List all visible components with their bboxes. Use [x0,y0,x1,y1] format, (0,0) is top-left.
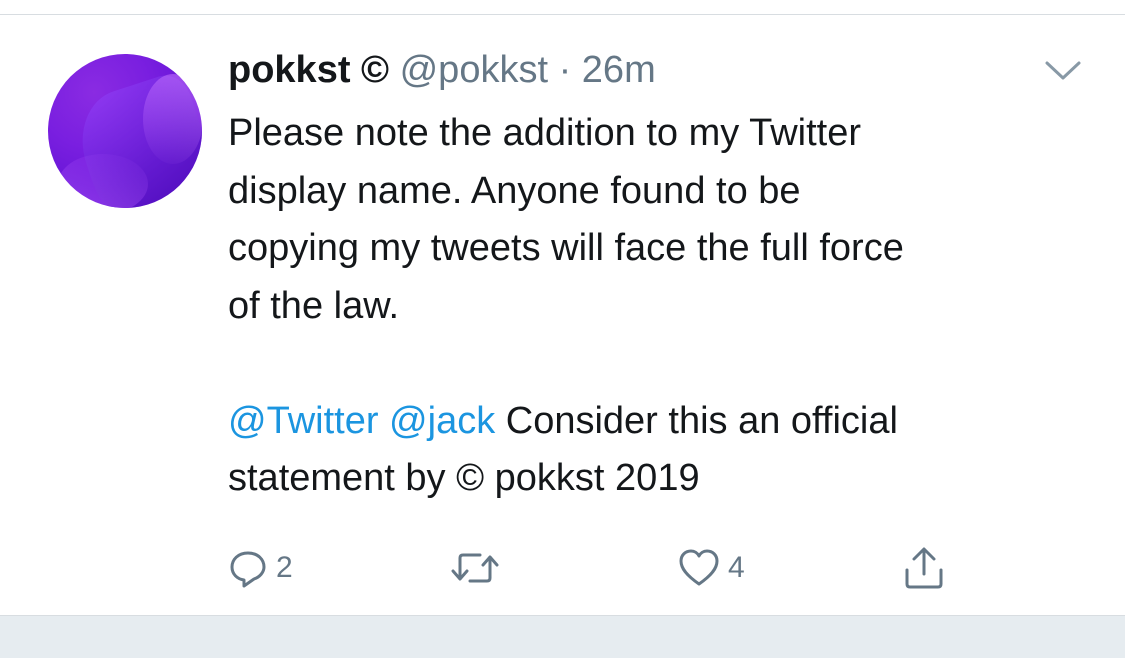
mention-jack[interactable]: @jack [389,400,495,442]
bottom-bar [0,615,1125,658]
tweet-header: pokkst © @pokkst · 26m [228,45,656,95]
like-icon [678,548,720,588]
share-icon [902,546,946,590]
avatar[interactable] [48,54,202,208]
retweet-button[interactable] [450,543,508,593]
retweet-icon [450,548,500,588]
mention-twitter[interactable]: @Twitter [228,400,378,442]
tweet-text: Please note the addition to my Twitter d… [228,105,1098,508]
timestamp[interactable]: 26m [582,49,656,91]
chevron-down-icon[interactable] [1044,59,1082,83]
tweet-text-line: statement by © pokkst 2019 [228,457,700,499]
tweet-text-line: of the law. [228,284,400,327]
reply-count: 2 [276,551,293,584]
tweet-text-line: Please note the addition to my Twitter [228,112,861,154]
like-count: 4 [728,551,745,584]
tweet[interactable]: pokkst © @pokkst · 26m Please note the a… [0,15,1125,615]
share-button[interactable] [902,543,946,593]
tweet-text-fragment: Consider this an official [505,399,898,442]
reply-button[interactable]: 2 [228,543,293,593]
handle[interactable]: @pokkst [400,49,548,91]
action-bar: 2 4 [228,543,988,593]
tweet-text-line: copying my tweets will face the full for… [228,227,904,269]
tweet-text-line: display name. Anyone found to be [228,169,801,212]
separator-dot: · [558,49,572,91]
display-name[interactable]: pokkst © [228,49,389,91]
reply-icon [228,548,268,588]
like-button[interactable]: 4 [678,543,745,593]
tweet-text-line: @Twitter @jack Consider this an official [228,393,1098,451]
